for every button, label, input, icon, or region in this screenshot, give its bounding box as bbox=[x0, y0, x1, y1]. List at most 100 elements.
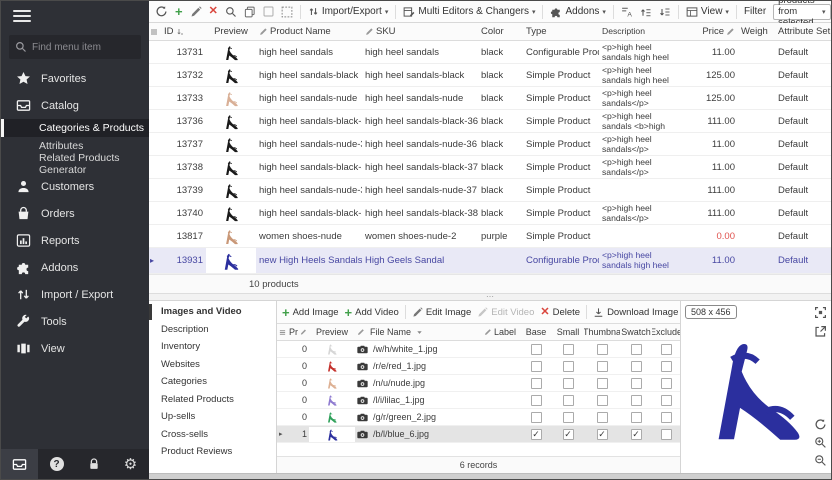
column-header-price[interactable]: Price bbox=[683, 26, 738, 37]
translate-button[interactable]: A bbox=[621, 6, 633, 18]
small-checkbox[interactable] bbox=[563, 412, 574, 423]
column-header-swatch[interactable]: Swatch bbox=[620, 327, 652, 337]
tab-categories[interactable]: Categories bbox=[149, 373, 276, 391]
product-row[interactable]: 13739 high heel sandals-nude-37 high hee… bbox=[149, 179, 831, 202]
edit-image-button[interactable]: Edit Image bbox=[412, 307, 471, 318]
product-row[interactable]: 13733 high heel sandals-nude high heel s… bbox=[149, 87, 831, 110]
sidebar-item-related-products-generator[interactable]: Related Products Generator bbox=[1, 155, 149, 173]
product-row[interactable]: 13731 high heel sandals high heel sandal… bbox=[149, 41, 831, 64]
expand-rows-button[interactable] bbox=[640, 6, 652, 18]
tab-related-products[interactable]: Related Products bbox=[149, 391, 276, 409]
delete-product-button[interactable]: ✕ bbox=[209, 6, 218, 17]
help-button[interactable]: ? bbox=[38, 449, 75, 479]
edit-product-button[interactable] bbox=[190, 6, 202, 18]
multi-editors-menu[interactable]: Multi Editors & Changers▾ bbox=[403, 6, 535, 18]
product-row[interactable]: 13732 high heel sandals-black high heel … bbox=[149, 64, 831, 87]
thumbnail-checkbox[interactable] bbox=[597, 395, 608, 406]
small-checkbox[interactable] bbox=[563, 378, 574, 389]
settings-button[interactable]: ⚙ bbox=[112, 449, 149, 479]
base-checkbox[interactable] bbox=[531, 361, 542, 372]
tab-images-and-video[interactable]: Images and Video bbox=[149, 303, 276, 321]
column-header-small[interactable]: Small bbox=[552, 327, 584, 337]
sidebar-item-favorites[interactable]: Favorites bbox=[1, 65, 149, 92]
image-row[interactable]: 0 /g/r/green_2.jpg bbox=[277, 409, 680, 426]
tab-cross-sells[interactable]: Cross-sells bbox=[149, 426, 276, 444]
tab-description[interactable]: Description bbox=[149, 321, 276, 339]
product-row[interactable]: 13736 high heel sandals-black-36 high he… bbox=[149, 110, 831, 133]
thumbnail-checkbox[interactable]: ✓ bbox=[597, 429, 608, 440]
column-header-id[interactable]: ID bbox=[161, 26, 206, 37]
swatch-checkbox[interactable]: ✓ bbox=[631, 429, 642, 440]
view-menu[interactable]: View▾ bbox=[686, 6, 729, 18]
rotate-icon[interactable] bbox=[814, 418, 827, 431]
column-header-name[interactable]: Product Name bbox=[256, 26, 362, 37]
select-none-button[interactable] bbox=[281, 6, 293, 18]
sidebar-search[interactable] bbox=[9, 35, 141, 59]
column-header-thumbnail[interactable]: Thumbna bbox=[584, 327, 620, 337]
exclude-checkbox[interactable] bbox=[661, 378, 672, 389]
column-header-base[interactable]: Base bbox=[520, 327, 552, 337]
sidebar-item-customers[interactable]: Customers bbox=[1, 173, 149, 200]
column-header-color[interactable]: Color bbox=[478, 26, 523, 37]
add-image-button[interactable]: +Add Image bbox=[282, 306, 339, 319]
select-all-header[interactable] bbox=[277, 329, 287, 336]
small-checkbox[interactable]: ✓ bbox=[563, 429, 574, 440]
zoom-in-icon[interactable] bbox=[814, 436, 827, 449]
image-row-selected[interactable]: ▸ 1 /b/l/blue_6.jpg ✓ ✓ ✓ ✓ bbox=[277, 426, 680, 443]
exclude-checkbox[interactable] bbox=[661, 395, 672, 406]
product-row[interactable]: 13737 high heel sandals-nude-36 high hee… bbox=[149, 133, 831, 156]
swatch-checkbox[interactable] bbox=[631, 395, 642, 406]
small-checkbox[interactable] bbox=[563, 361, 574, 372]
base-checkbox[interactable]: ✓ bbox=[531, 429, 542, 440]
lock-button[interactable] bbox=[75, 449, 112, 479]
sidebar-item-import-export[interactable]: Import / Export bbox=[1, 281, 149, 308]
product-row[interactable]: 13817 women shoes-nude women shoes-nude-… bbox=[149, 225, 831, 248]
fit-to-screen-icon[interactable] bbox=[814, 306, 827, 319]
image-row[interactable]: 0 /n/u/nude.jpg bbox=[277, 375, 680, 392]
column-header-label[interactable]: Label bbox=[482, 327, 520, 337]
download-image-button[interactable]: Download Image bbox=[593, 307, 678, 318]
store-button[interactable] bbox=[1, 449, 38, 479]
add-product-button[interactable]: + bbox=[175, 5, 183, 18]
category-filter-select[interactable]: Show products from selected categories▾ bbox=[773, 4, 830, 20]
column-header-sku[interactable]: SKU bbox=[362, 26, 478, 37]
exclude-checkbox[interactable] bbox=[661, 429, 672, 440]
base-checkbox[interactable] bbox=[531, 395, 542, 406]
thumbnail-checkbox[interactable] bbox=[597, 412, 608, 423]
add-video-button[interactable]: +Add Video bbox=[345, 306, 399, 319]
image-row[interactable]: 0 /r/e/red_1.jpg bbox=[277, 358, 680, 375]
swatch-checkbox[interactable] bbox=[631, 412, 642, 423]
tab-up-sells[interactable]: Up-sells bbox=[149, 408, 276, 426]
horizontal-splitter[interactable]: ⋯ bbox=[149, 294, 831, 301]
edit-video-button[interactable]: Edit Video bbox=[477, 307, 534, 318]
import-export-menu[interactable]: Import/Export▾ bbox=[308, 6, 389, 17]
thumbnail-checkbox[interactable] bbox=[597, 344, 608, 355]
open-external-icon[interactable] bbox=[814, 325, 827, 338]
collapse-rows-button[interactable] bbox=[659, 6, 671, 18]
base-checkbox[interactable] bbox=[531, 344, 542, 355]
small-checkbox[interactable] bbox=[563, 344, 574, 355]
product-row[interactable]: 13738 high heel sandals-black-37 high he… bbox=[149, 156, 831, 179]
sidebar-item-view[interactable]: View bbox=[1, 335, 149, 362]
swatch-checkbox[interactable] bbox=[631, 361, 642, 372]
product-row-selected[interactable]: ▸ 13931 new High Heels Sandals High Geel… bbox=[149, 248, 831, 274]
base-checkbox[interactable] bbox=[531, 412, 542, 423]
addons-menu[interactable]: Addons▾ bbox=[550, 6, 605, 18]
column-header-position[interactable]: Pr bbox=[287, 327, 309, 337]
tab-websites[interactable]: Websites bbox=[149, 356, 276, 374]
sidebar-item-catalog[interactable]: Catalog bbox=[1, 92, 149, 119]
column-header-preview[interactable]: Preview bbox=[206, 23, 256, 40]
column-header-weight[interactable]: Weight bbox=[738, 26, 768, 37]
sidebar-item-categories-products[interactable]: Categories & Products bbox=[1, 119, 149, 137]
sidebar-item-addons[interactable]: Addons bbox=[1, 254, 149, 281]
exclude-checkbox[interactable] bbox=[661, 412, 672, 423]
image-row[interactable]: 0 /l/i/lilac_1.jpg bbox=[277, 392, 680, 409]
column-header-attribute-set[interactable]: Attribute Set Name bbox=[768, 26, 831, 37]
swatch-checkbox[interactable] bbox=[631, 378, 642, 389]
select-all-header[interactable] bbox=[149, 28, 161, 36]
product-row[interactable]: 13740 high heel sandals-black-38 high he… bbox=[149, 202, 831, 225]
search-products-button[interactable] bbox=[225, 6, 237, 18]
base-checkbox[interactable] bbox=[531, 378, 542, 389]
column-header-exclude[interactable]: Exclude bbox=[652, 327, 680, 337]
thumbnail-checkbox[interactable] bbox=[597, 361, 608, 372]
